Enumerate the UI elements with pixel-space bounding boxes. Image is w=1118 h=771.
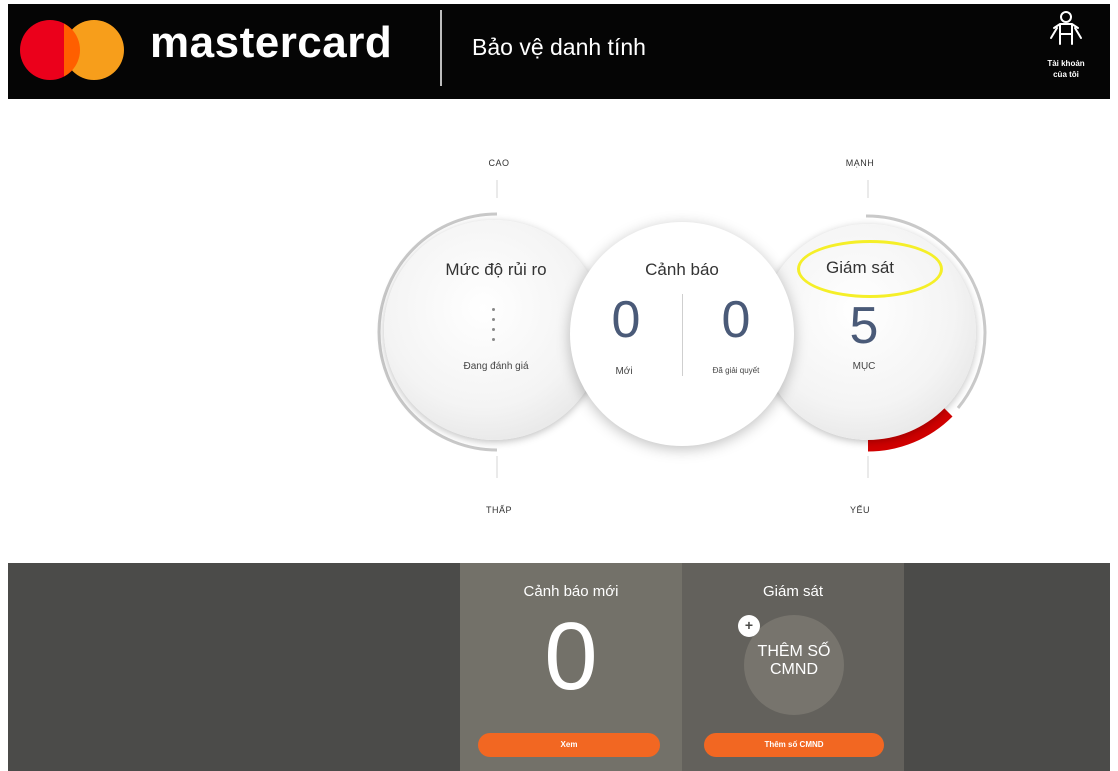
- strength-high-label: MẠNH: [845, 158, 875, 168]
- loading-dots-icon: [492, 308, 496, 348]
- new-alerts-panel-count: 0: [544, 603, 598, 710]
- new-alerts-panel: Cảnh báo mới 0 Xem: [460, 563, 682, 771]
- monitoring-highlight-circle: [797, 240, 943, 298]
- bottom-panel-bar: Cảnh báo mới 0 Xem Giám sát THÊM SỐ CMND…: [8, 563, 1110, 771]
- alerts-circle[interactable]: Cảnh báo 0 Mới 0 Đã giải quyết: [570, 222, 794, 446]
- new-alerts-label: Mới: [615, 366, 633, 377]
- strength-low-label: YẾU: [849, 505, 871, 515]
- add-id-line1: THÊM SỐ: [757, 643, 831, 660]
- monitoring-panel-title: Giám sát: [762, 583, 823, 600]
- risk-level-status: Đang đánh giá: [463, 361, 529, 372]
- risk-high-label: CAO: [488, 158, 510, 168]
- resolved-alerts-label: Đã giải quyết: [712, 366, 760, 375]
- plus-icon[interactable]: +: [738, 615, 760, 637]
- monitoring-count: 5: [849, 297, 879, 355]
- dashboard-gauge: CAO THẤP MẠNH YẾU Mức độ rủi ro Đang đán…: [0, 0, 1118, 560]
- risk-low-label: THẤP: [485, 505, 513, 515]
- alerts-divider: [682, 294, 683, 376]
- view-alerts-button[interactable]: Xem: [478, 733, 660, 757]
- new-alerts-count: 0: [611, 291, 641, 349]
- add-id-number-text: THÊM SỐ CMND: [744, 643, 844, 678]
- monitoring-unit: MỤC: [852, 361, 876, 372]
- add-id-line2: CMND: [770, 660, 818, 678]
- add-id-number-button[interactable]: Thêm số CMND: [704, 733, 884, 757]
- monitoring-panel: Giám sát THÊM SỐ CMND + Thêm số CMND: [682, 563, 904, 771]
- risk-level-title: Mức độ rủi ro: [445, 260, 547, 279]
- alerts-title: Cảnh báo: [645, 260, 719, 279]
- resolved-alerts-count: 0: [721, 291, 751, 349]
- new-alerts-panel-title: Cảnh báo mới: [523, 583, 619, 600]
